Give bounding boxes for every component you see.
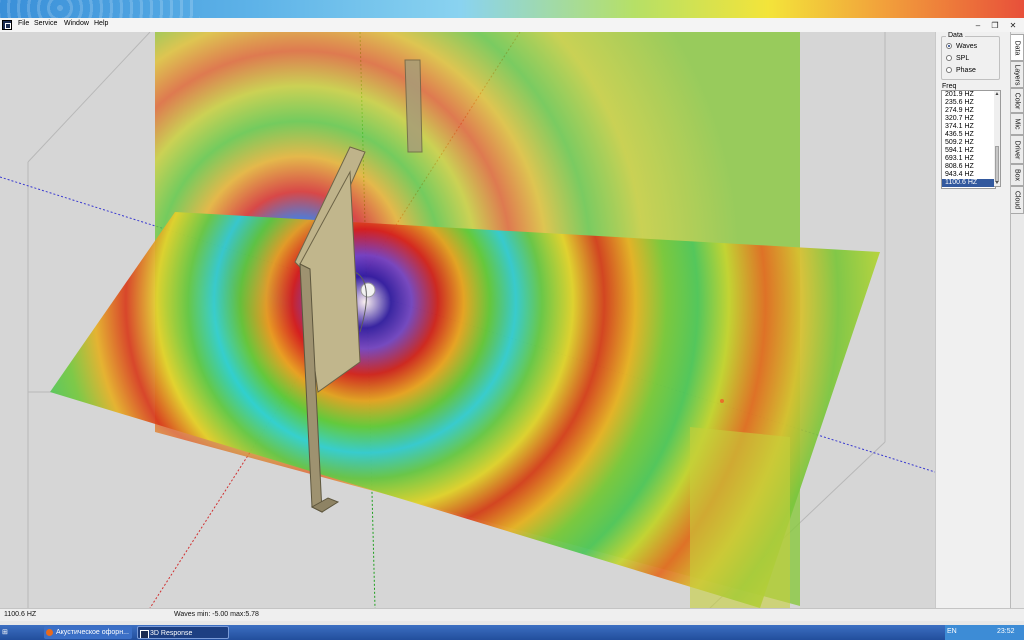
radio-waves[interactable]: Waves [946, 41, 977, 51]
title-decoration [0, 0, 200, 18]
tab-data[interactable]: Data [1011, 34, 1024, 61]
language-indicator[interactable]: EN [947, 628, 957, 635]
data-group-label: Data [946, 32, 965, 39]
list-item[interactable]: 808.6 HZ [942, 163, 995, 171]
status-bar: 1100.6 HZ Waves min: -5.00 max:5.78 [0, 608, 1024, 622]
restore-icon[interactable]: ❐ [990, 21, 1000, 30]
tab-color[interactable]: Color [1011, 88, 1024, 113]
radio-icon[interactable] [946, 55, 952, 61]
radio-spl-label: SPL [956, 54, 970, 62]
scroll-down-icon[interactable]: ▼ [994, 180, 1000, 186]
radio-waves-label: Waves [956, 42, 978, 50]
tab-mic[interactable]: Mic [1011, 113, 1024, 135]
firefox-icon [46, 629, 53, 636]
tab-mic-label: Mic [1013, 118, 1021, 130]
radio-spl[interactable]: SPL [946, 53, 969, 63]
status-frequency: 1100.6 HZ [4, 611, 37, 618]
list-item[interactable]: 436.5 HZ [942, 131, 995, 139]
radio-icon[interactable] [946, 67, 952, 73]
tab-data-label: Data [1013, 40, 1021, 55]
tab-box-label: Box [1013, 168, 1021, 182]
freq-label: Freq [942, 83, 957, 90]
list-item[interactable]: 693.1 HZ [942, 155, 995, 163]
side-panel: Data Waves SPL Phase Freq 201.9 HZ 235.6… [935, 32, 1011, 608]
scroll-thumb[interactable] [995, 146, 999, 182]
tab-box[interactable]: Box [1011, 164, 1024, 186]
status-waves-range: Waves min: -5.00 max:5.78 [174, 611, 259, 618]
minimize-icon[interactable]: – [973, 21, 983, 30]
app-icon[interactable] [2, 20, 12, 30]
list-item[interactable]: 509.2 HZ [942, 139, 995, 147]
list-item[interactable]: 374.1 HZ [942, 123, 995, 131]
taskbar-item-browser[interactable]: Акустическое офорн... [44, 626, 132, 639]
tab-cloud-label: Cloud [1013, 190, 1021, 210]
tab-driver-label: Driver [1013, 140, 1021, 159]
close-icon[interactable]: ✕ [1008, 21, 1018, 30]
taskbar-item-browser-label: Акустическое офорн... [56, 629, 129, 636]
menu-window[interactable]: Window [64, 20, 89, 27]
taskbar-item-3d-response[interactable]: 3D Response [137, 626, 229, 639]
app-icon [140, 630, 149, 638]
list-item[interactable]: 235.6 HZ [942, 99, 995, 107]
system-tray: EN 23:52 [945, 625, 1024, 640]
taskbar: ⊞ Акустическое офорн... 3D Response EN 2… [0, 625, 1024, 640]
list-item-selected[interactable]: 1100.6 HZ [942, 179, 995, 187]
data-groupbox: Data Waves SPL Phase [941, 32, 1000, 80]
vertical-tabs: Data Layers Color Mic Driver Box Cloud [1010, 32, 1024, 608]
radio-phase-label: Phase [956, 66, 976, 74]
clock: 23:52 [997, 628, 1015, 635]
tab-cloud[interactable]: Cloud [1011, 186, 1024, 214]
tab-driver[interactable]: Driver [1011, 135, 1024, 164]
list-item[interactable]: 594.1 HZ [942, 147, 995, 155]
frequency-scrollbar[interactable]: ▲ ▼ [994, 90, 1001, 187]
radio-phase[interactable]: Phase [946, 65, 976, 75]
list-item[interactable]: 943.4 HZ [942, 171, 995, 179]
radio-selected-icon[interactable] [946, 43, 952, 49]
menu-help[interactable]: Help [94, 20, 108, 27]
list-item[interactable]: 201.9 HZ [942, 91, 995, 99]
title-bar [0, 0, 1024, 18]
tab-layers-label: Layers [1013, 63, 1021, 86]
scroll-up-icon[interactable]: ▲ [994, 91, 1000, 97]
list-item[interactable]: 274.9 HZ [942, 107, 995, 115]
tab-layers[interactable]: Layers [1011, 61, 1024, 88]
start-button[interactable]: ⊞ [2, 627, 30, 638]
menu-service[interactable]: Service [34, 20, 57, 27]
taskbar-item-3d-response-label: 3D Response [150, 630, 193, 637]
application-window: File Service Window Help – ❐ ✕ Data Wave… [0, 0, 1024, 640]
3d-viewport[interactable] [0, 32, 935, 608]
menu-bar: File Service Window Help – ❐ ✕ [0, 18, 1024, 33]
menu-file[interactable]: File [18, 20, 29, 27]
tab-color-label: Color [1013, 92, 1021, 109]
acoustic-field-render [0, 32, 935, 608]
list-item[interactable]: 320.7 HZ [942, 115, 995, 123]
frequency-list[interactable]: 201.9 HZ 235.6 HZ 274.9 HZ 320.7 HZ 374.… [941, 90, 996, 189]
